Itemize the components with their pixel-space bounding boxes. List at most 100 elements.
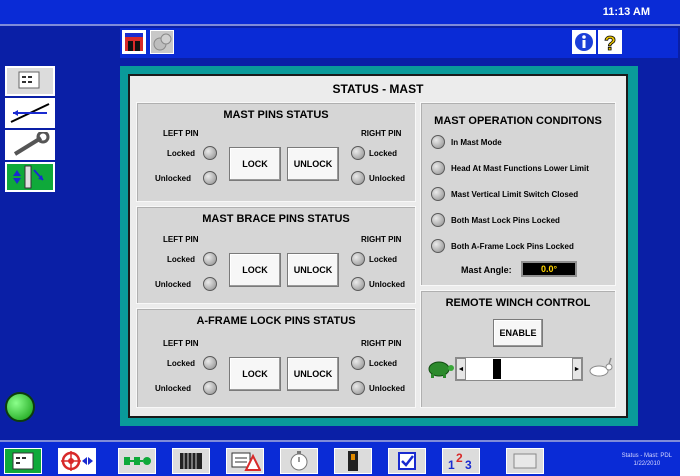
- mast-brace-lock-button[interactable]: LOCK: [229, 253, 281, 287]
- right-locked-label: Locked: [369, 255, 398, 264]
- clock: 11:13 AM: [602, 6, 650, 18]
- nav-status-button[interactable]: [5, 66, 55, 96]
- bottom-rack-button[interactable]: [172, 448, 210, 474]
- right-locked-led: [351, 252, 365, 266]
- title-bar: 11:13 AM: [0, 0, 680, 26]
- app-frame: 11:13 AM ? STATUS - MAST MAST PINS STATU…: [0, 0, 680, 476]
- turtle-slow-icon: [425, 357, 455, 379]
- aframe-unlock-button[interactable]: UNLOCK: [287, 357, 339, 391]
- left-unlocked-label: Unlocked: [155, 174, 192, 183]
- nav-angle-button[interactable]: [5, 98, 55, 128]
- condition-led: [431, 161, 445, 175]
- right-pin-label: RIGHT PIN: [361, 129, 402, 138]
- left-locked-led: [203, 356, 217, 370]
- right-unlocked-led: [351, 171, 365, 185]
- condition-led: [431, 239, 445, 253]
- rabbit-fast-icon: [587, 357, 615, 379]
- condition-label: In Mast Mode: [451, 138, 502, 147]
- left-locked-led: [203, 252, 217, 266]
- right-unlocked-label: Unlocked: [369, 280, 406, 289]
- page-title: STATUS - MAST: [332, 82, 424, 96]
- section-title: MAST BRACE PINS STATUS: [202, 213, 350, 225]
- condition-label: Head At Mast Functions Lower Limit: [451, 164, 589, 173]
- mast-pins-section: MAST PINS STATUS LEFT PIN RIGHT PIN Lock…: [136, 102, 416, 202]
- left-locked-label: Locked: [167, 149, 196, 158]
- right-unlocked-led: [351, 381, 365, 395]
- condition-led: [431, 187, 445, 201]
- svg-text:1: 1: [448, 458, 455, 472]
- right-unlocked-label: Unlocked: [369, 384, 406, 393]
- status-mast-panel: STATUS - MAST MAST PINS STATUS LEFT PIN …: [128, 74, 628, 418]
- section-title: MAST OPERATION CONDITONS: [434, 115, 602, 127]
- left-nav: [0, 60, 60, 440]
- bottom-pipe-button[interactable]: [118, 448, 156, 474]
- right-pin-label: RIGHT PIN: [361, 235, 402, 244]
- svg-text:2: 2: [456, 451, 463, 465]
- left-unlocked-label: Unlocked: [155, 280, 192, 289]
- right-locked-led: [351, 146, 365, 160]
- section-title: REMOTE WINCH CONTROL: [445, 297, 591, 309]
- aframe-lock-pins-section: A-FRAME LOCK PINS STATUS LEFT PIN RIGHT …: [136, 308, 416, 408]
- aframe-lock-button[interactable]: LOCK: [229, 357, 281, 391]
- right-pin-label: RIGHT PIN: [361, 339, 402, 348]
- footer-screen-name: Status - Mast: PDL: [621, 453, 672, 459]
- left-unlocked-led: [203, 277, 217, 291]
- left-locked-led: [203, 146, 217, 160]
- toolbar: ?: [120, 28, 678, 58]
- winch-enable-button[interactable]: ENABLE: [493, 319, 543, 347]
- right-unlocked-label: Unlocked: [369, 174, 406, 183]
- info-icon[interactable]: [572, 30, 596, 54]
- left-unlocked-label: Unlocked: [155, 384, 192, 393]
- bottom-timer-button[interactable]: [280, 448, 318, 474]
- bottom-device-button[interactable]: [334, 448, 372, 474]
- condition-led: [431, 135, 445, 149]
- condition-label: Both A-Frame Lock Pins Locked: [451, 242, 574, 251]
- right-locked-label: Locked: [369, 359, 398, 368]
- right-locked-led: [351, 356, 365, 370]
- footer-date: 1/22/2010: [633, 461, 661, 467]
- left-pin-label: LEFT PIN: [163, 235, 199, 244]
- bottom-status-button[interactable]: [4, 448, 42, 474]
- status-indicator-light: [5, 392, 35, 422]
- remote-winch-control-section: REMOTE WINCH CONTROL ENABLE ◄ ►: [420, 290, 616, 408]
- nav-wrench-button[interactable]: [5, 130, 55, 160]
- mast-brace-pins-section: MAST BRACE PINS STATUS LEFT PIN RIGHT PI…: [136, 206, 416, 304]
- bottom-target-button[interactable]: [58, 448, 96, 474]
- mast-angle-label: Mast Angle:: [461, 265, 512, 275]
- section-title: A-FRAME LOCK PINS STATUS: [196, 315, 356, 327]
- help-icon[interactable]: ?: [598, 30, 622, 55]
- slider-thumb[interactable]: [493, 359, 502, 379]
- bottom-numbers-button[interactable]: 123: [442, 448, 480, 474]
- winch-speed-slider[interactable]: ◄ ►: [455, 357, 583, 381]
- condition-label: Both Mast Lock Pins Locked: [451, 216, 560, 225]
- left-locked-label: Locked: [167, 359, 196, 368]
- bottom-blank-button[interactable]: [506, 448, 544, 474]
- bottom-nav: 123 Status - Mast: PDL 1/22/2010: [0, 440, 680, 476]
- left-pin-label: LEFT PIN: [163, 339, 199, 348]
- mast-pins-lock-button[interactable]: LOCK: [229, 147, 281, 181]
- condition-led: [431, 213, 445, 227]
- condition-label: Mast Vertical Limit Switch Closed: [451, 190, 579, 199]
- svg-text:?: ?: [604, 33, 616, 53]
- slider-right-arrow-icon[interactable]: ►: [572, 358, 582, 380]
- mast-pins-unlock-button[interactable]: UNLOCK: [287, 147, 339, 181]
- bottom-alarm-button[interactable]: [226, 448, 264, 474]
- slider-left-arrow-icon[interactable]: ◄: [456, 358, 466, 380]
- left-pin-label: LEFT PIN: [163, 129, 199, 138]
- section-title: MAST PINS STATUS: [223, 109, 329, 121]
- right-locked-label: Locked: [369, 149, 398, 158]
- bottom-checkbox-button[interactable]: [388, 448, 426, 474]
- mast-brace-unlock-button[interactable]: UNLOCK: [287, 253, 339, 287]
- right-unlocked-led: [351, 277, 365, 291]
- main-panel: STATUS - MAST MAST PINS STATUS LEFT PIN …: [120, 66, 638, 426]
- svg-text:3: 3: [465, 458, 472, 472]
- left-unlocked-led: [203, 381, 217, 395]
- screen-menu-icon[interactable]: [122, 30, 146, 54]
- left-locked-label: Locked: [167, 255, 196, 264]
- mast-operation-conditions-section: MAST OPERATION CONDITONS In Mast Mode He…: [420, 102, 616, 286]
- footer-text: Status - Mast: PDL 1/22/2010: [622, 452, 672, 468]
- mast-angle-value: 0.0°: [521, 261, 577, 277]
- nav-mast-button[interactable]: [5, 162, 55, 192]
- left-unlocked-led: [203, 171, 217, 185]
- gears-icon[interactable]: [150, 30, 174, 54]
